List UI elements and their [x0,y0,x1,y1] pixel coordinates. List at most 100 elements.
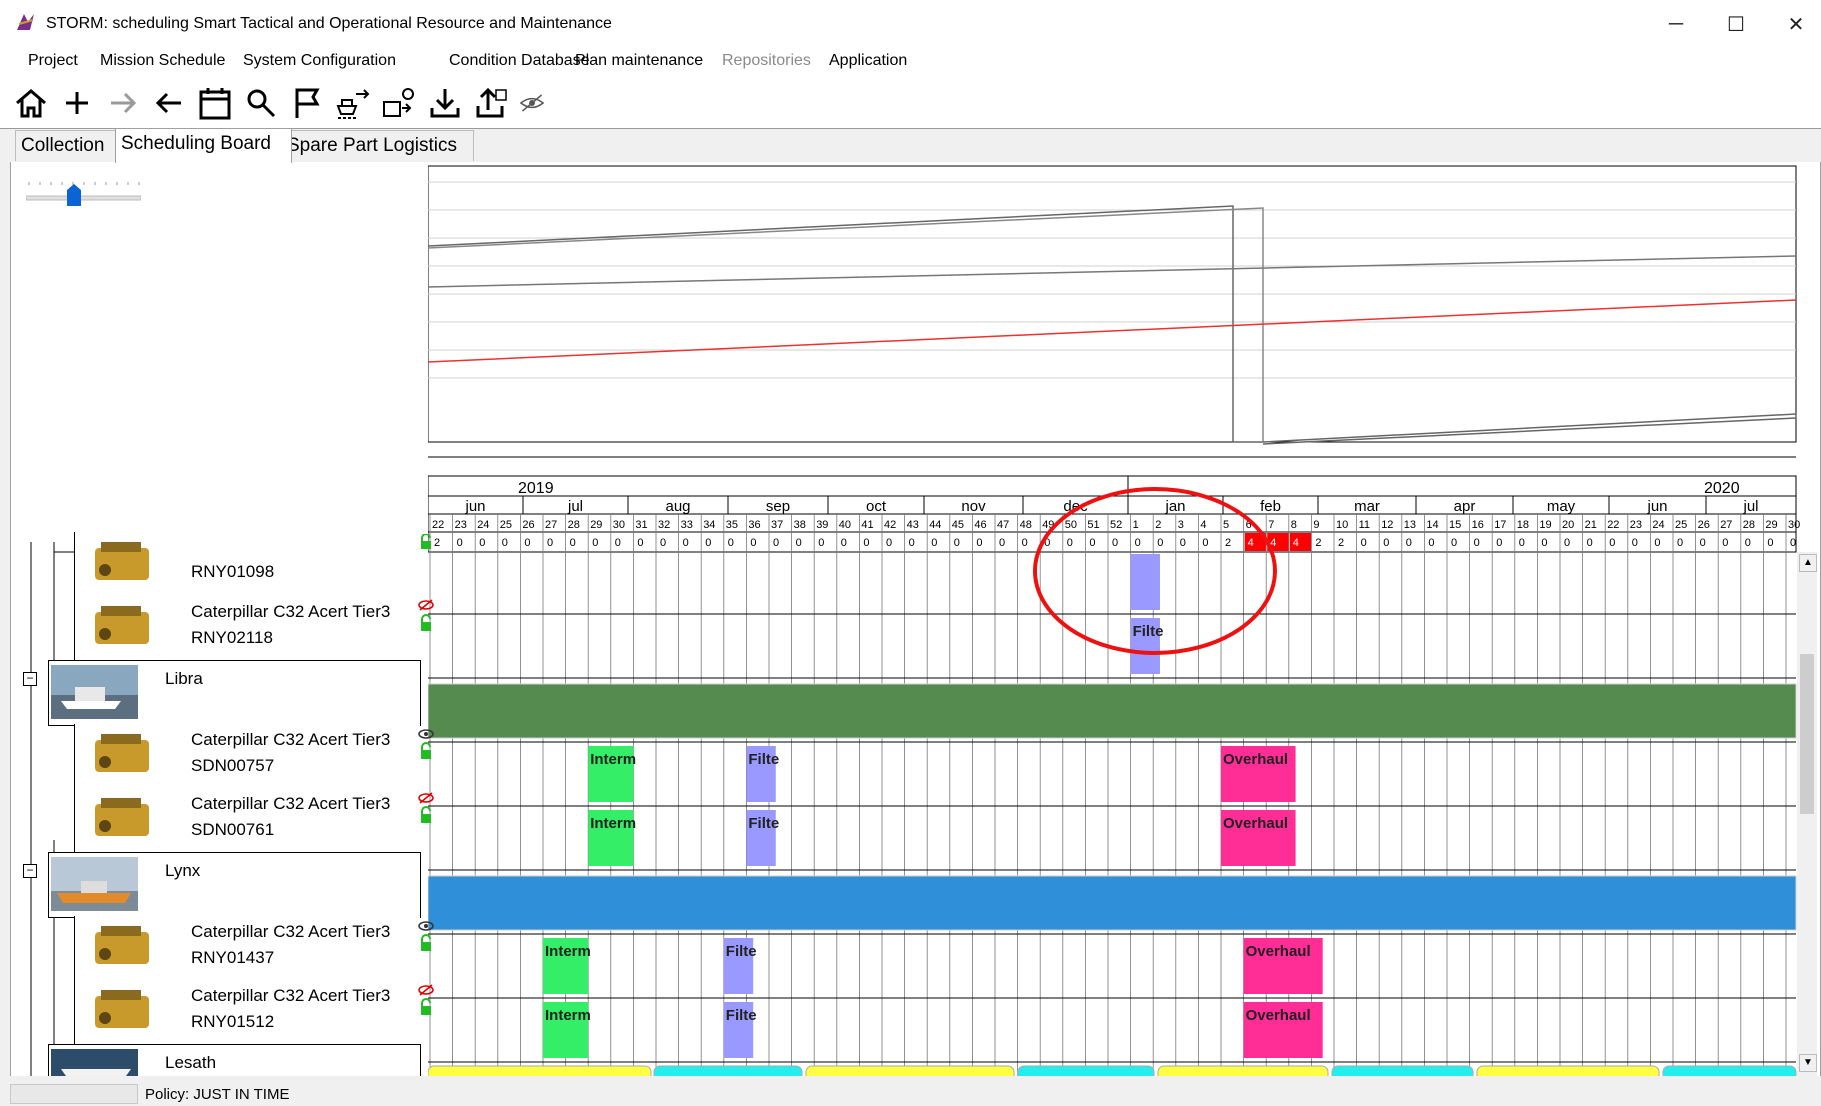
zoom-slider[interactable] [25,172,142,212]
week-number: 52 [1110,519,1122,531]
collapse-toggle-libra[interactable]: − [23,672,37,686]
download-icon[interactable] [426,84,464,122]
resource-row[interactable]: Caterpillar C32 Acert Tier3 SDN00757 [74,724,420,789]
week-count: 0 [1564,537,1570,549]
week-count: 0 [1112,537,1118,549]
week-count: 0 [773,537,779,549]
task-label: Filte [748,815,779,832]
maximize-button[interactable]: ☐ [1706,6,1766,42]
close-button[interactable]: ✕ [1766,6,1821,42]
resource-row[interactable]: Caterpillar C32 Acert Tier3 SDN00761 [74,788,420,853]
scroll-down-button[interactable]: ▼ [1799,1054,1817,1072]
week-number: 7 [1268,519,1274,531]
week-count: 0 [1383,537,1389,549]
tab-collection[interactable]: Collection [15,130,127,161]
resource-model: Caterpillar C32 Acert Tier3 [191,922,391,941]
resource-row[interactable]: RNY01098 [74,532,420,597]
resource-serial: SDN00757 [191,756,275,775]
ship-transfer-icon[interactable] [334,84,372,122]
tab-spare-part-logistics[interactable]: Spare Part Logistics [281,130,474,161]
mission-segment[interactable] [1662,1065,1797,1076]
week-count: 0 [592,537,598,549]
gantt-svg[interactable]: 2019 2020jun jul aug sep oct nov dec jan feb mar ap… [427,162,1803,1076]
week-count: 0 [1180,537,1186,549]
home-icon[interactable] [12,84,50,122]
week-count: 0 [728,537,734,549]
tab-scheduling-board[interactable]: Scheduling Board [115,128,292,163]
week-count: 0 [1451,537,1457,549]
resource-row[interactable]: Caterpillar C32 Acert Tier3 RNY01437 [74,916,420,981]
week-count: 0 [1790,537,1796,549]
ship-row-lynx[interactable]: Lynx [48,852,421,918]
week-count: 0 [502,537,508,549]
week-count: 0 [999,537,1005,549]
mission-segment[interactable] [1157,1065,1329,1076]
week-count: 0 [1089,537,1095,549]
week-number: 42 [884,519,896,531]
minimize-button[interactable]: ─ [1646,6,1706,42]
mission-segment[interactable] [653,1065,803,1076]
maintenance-task-filter[interactable] [1130,554,1160,610]
back-arrow-icon[interactable] [150,84,188,122]
week-number: 29 [590,519,602,531]
resource-tree[interactable]: RNY01098 Caterpillar C32 Acert Tier3 RNY… [11,532,434,1076]
vertical-scrollbar[interactable]: ▲ ▼ [1797,552,1817,1076]
search-icon[interactable] [242,84,280,122]
engine-image [95,606,149,644]
week-number: 26 [1698,519,1710,531]
task-label: Filte [726,1007,757,1024]
task-label: Interm [590,815,636,832]
menu-plan-maintenance[interactable]: Plan maintenance [575,48,703,78]
menu-project[interactable]: Project [28,48,78,78]
upload-icon[interactable] [472,84,510,122]
visibility-icon[interactable] [518,84,546,122]
mission-segment[interactable] [1017,1065,1155,1076]
engine-transfer-icon[interactable] [380,84,418,122]
resource-serial: RNY02118 [191,628,273,647]
year-label: 2019 [518,480,554,497]
week-count: 0 [1767,537,1773,549]
week-count: 0 [683,537,689,549]
week-number: 24 [477,519,489,531]
ship-row-libra[interactable]: Libra [48,660,421,726]
week-number: 30 [1788,519,1800,531]
month-label: jul [567,498,583,515]
unlock-icon[interactable] [418,934,434,957]
week-count: 0 [1428,537,1434,549]
unlock-icon[interactable] [418,806,434,829]
week-count: 0 [886,537,892,549]
collapse-toggle-lynx[interactable]: − [23,864,37,878]
resource-row[interactable]: Caterpillar C32 Acert Tier3 RNY01512 [74,980,420,1045]
ship-row-lesath[interactable]: Lesath [48,1044,421,1076]
menu-system-configuration[interactable]: System Configuration [243,48,396,78]
resource-row[interactable]: Caterpillar C32 Acert Tier3 RNY02118 [74,596,420,661]
menu-mission-schedule[interactable]: Mission Schedule [100,48,225,78]
month-label: jan [1164,498,1185,515]
unlock-icon[interactable] [418,533,434,555]
week-number: 5 [1223,519,1229,531]
week-count: 0 [660,537,666,549]
scroll-up-button[interactable]: ▲ [1799,554,1817,572]
week-number: 25 [500,519,512,531]
scroll-thumb[interactable] [1800,654,1814,814]
ship-mission-bar[interactable] [427,683,1797,739]
add-icon[interactable] [58,84,96,122]
gantt-chart[interactable]: 2019 2020 jun jul aug sep oct nov dec jan feb mar ap… [427,162,1803,1076]
unlock-icon[interactable] [418,998,434,1021]
ship-mission-bar[interactable] [427,875,1797,931]
forward-arrow-icon[interactable] [104,84,142,122]
week-number: 26 [522,519,534,531]
flag-icon[interactable] [288,84,326,122]
mission-segment[interactable] [1331,1065,1474,1076]
resource-serial: RNY01512 [191,1012,275,1031]
mission-segment[interactable] [427,1065,652,1076]
unlock-icon[interactable] [418,742,434,765]
menu-condition-database[interactable]: Condition Database [449,48,590,78]
mission-segment[interactable] [1476,1065,1660,1076]
month-label: apr [1454,498,1476,515]
menu-application[interactable]: Application [829,48,907,78]
unlock-icon[interactable] [418,614,434,637]
mission-segment[interactable] [805,1065,1015,1076]
calendar-icon[interactable] [196,84,234,122]
week-count: 0 [1519,537,1525,549]
